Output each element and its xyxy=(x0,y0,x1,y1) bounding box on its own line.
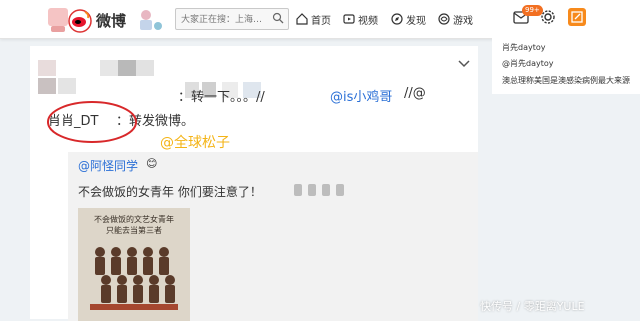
blurred-avatar xyxy=(38,78,56,94)
image-caption: 只能去当第三者 xyxy=(106,226,162,235)
overlay-watermark: @全球松子 xyxy=(160,135,230,151)
search-input[interactable]: 大家正在搜：上海… xyxy=(181,12,263,25)
image-caption: 不会做饭的文艺女青年 xyxy=(94,215,174,224)
nav-discover-label: 发现 xyxy=(406,15,426,27)
weibo-post-card: ：转一下。。。// @is小鸡哥 //@ 肖肖_DT ：转发微博。 @全球松子 … xyxy=(30,46,478,321)
nav-game[interactable]: 游戏 xyxy=(438,10,473,28)
sidebar-line[interactable]: @肖先daytoy xyxy=(502,58,553,69)
red-circle-annotation xyxy=(47,101,137,143)
blurred-name xyxy=(100,60,118,76)
blurred-name xyxy=(136,60,154,76)
mention-link[interactable]: @is小鸡哥 xyxy=(330,86,392,105)
top-nav-bar: 微博 大家正在搜：上海… 首页 视频 发现 游戏 99+ xyxy=(0,0,640,39)
search-box[interactable]: 大家正在搜：上海… xyxy=(175,8,289,30)
chevron-down-icon[interactable] xyxy=(458,60,470,68)
original-text: 不会做饭的女青年 你们要注意了！ xyxy=(78,185,262,199)
nav-discover[interactable]: 发现 xyxy=(391,10,426,28)
original-author[interactable]: @阿怪同学 xyxy=(78,157,138,174)
compose-button[interactable] xyxy=(568,8,586,26)
right-sidebar: 肖先daytoy @肖先daytoy 澳总理称美国是澳感染病例最大来源 xyxy=(492,36,640,94)
compose-icon xyxy=(571,11,583,23)
emoji-icon xyxy=(294,184,344,196)
post-image[interactable]: 不会做饭的文艺女青年 只能去当第三者 xyxy=(78,208,190,321)
search-icon[interactable] xyxy=(272,12,284,24)
nav-game-label: 游戏 xyxy=(453,15,473,27)
nav-home-label: 首页 xyxy=(311,15,331,27)
forward-text: ：转一下。。。// xyxy=(178,90,265,105)
source-watermark: 快传号 / 零距离YULE xyxy=(480,300,585,313)
figures-illustration xyxy=(90,247,178,310)
game-icon xyxy=(438,13,450,25)
sidebar-line[interactable]: 肖先daytoy xyxy=(502,42,545,53)
blurred-name xyxy=(118,60,136,76)
nav-home[interactable]: 首页 xyxy=(296,10,331,28)
embedded-post: @阿怪同学 😊 不会做饭的女青年 你们要注意了！ 不会做饭的文艺女青年 只能去当… xyxy=(68,152,478,321)
video-icon xyxy=(343,14,355,24)
sidebar-line[interactable]: 澳总理称美国是澳感染病例最大来源 xyxy=(502,75,630,86)
emoji-icon: 😊 xyxy=(146,157,158,170)
blurred-avatar xyxy=(38,60,56,76)
home-icon xyxy=(296,13,308,25)
forward-separator: //@ xyxy=(404,86,426,101)
nav-video[interactable]: 视频 xyxy=(343,10,378,28)
compass-icon xyxy=(391,13,403,25)
blurred-avatar xyxy=(58,78,76,94)
nav-video-label: 视频 xyxy=(358,15,378,27)
logo-text[interactable]: 微博 xyxy=(96,10,126,31)
gear-icon[interactable] xyxy=(540,9,556,25)
